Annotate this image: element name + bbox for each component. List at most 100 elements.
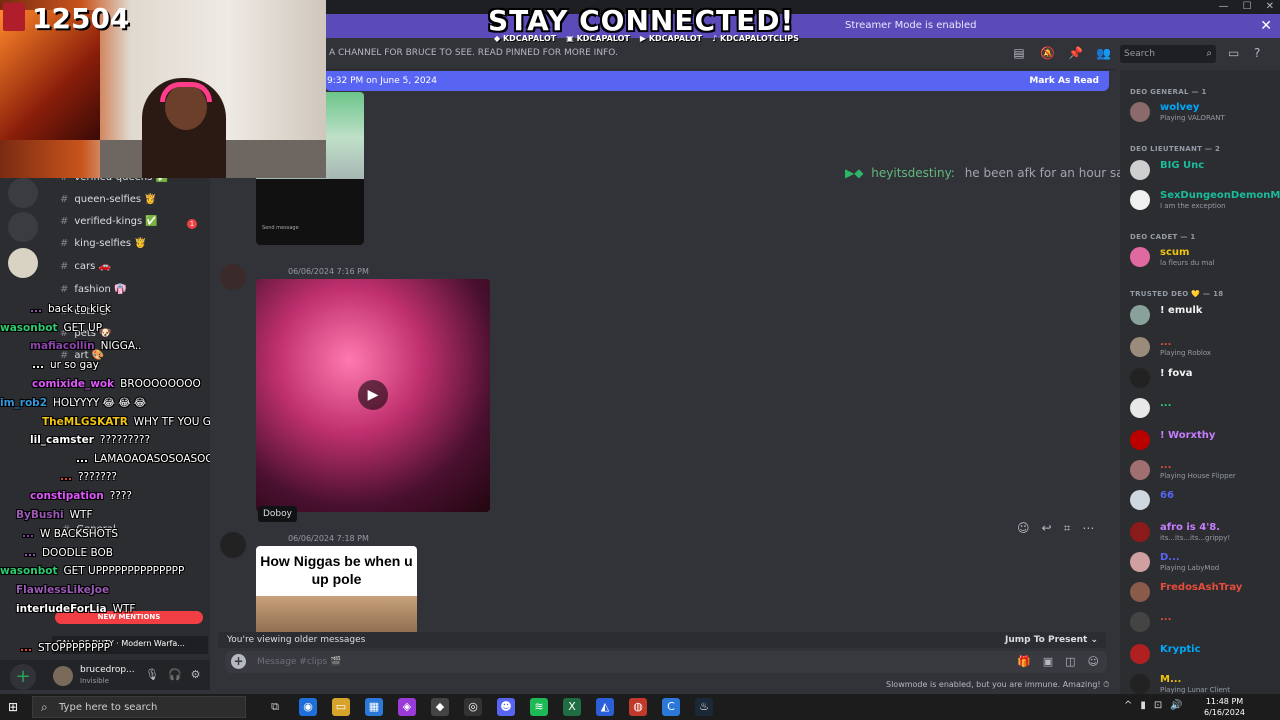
channel-item[interactable]: # queen-selfies 👸 bbox=[60, 194, 157, 205]
emoji-icon[interactable]: ☺ bbox=[1088, 655, 1099, 668]
app-icon[interactable]: ◆ bbox=[431, 698, 449, 716]
app-icon[interactable]: ◭ bbox=[596, 698, 614, 716]
attach-plus-icon[interactable]: + bbox=[231, 654, 246, 669]
minimize-button[interactable]: — bbox=[1219, 0, 1229, 14]
avatar bbox=[1130, 552, 1150, 572]
app-icon[interactable]: ◈ bbox=[398, 698, 416, 716]
close-window-button[interactable]: ✕ bbox=[1266, 0, 1274, 14]
server-icon[interactable] bbox=[8, 178, 38, 208]
chevron-up-icon[interactable]: ^ bbox=[1124, 700, 1132, 711]
avatar[interactable] bbox=[220, 264, 246, 290]
steam-icon[interactable]: ♨ bbox=[695, 698, 713, 716]
search-input[interactable]: Search ⌕ bbox=[1120, 45, 1216, 63]
channel-item[interactable]: # verified-queens ✅ bbox=[60, 178, 168, 183]
windows-start-icon[interactable]: ⊞ bbox=[8, 700, 18, 714]
member-item[interactable]: M... Playing Lunar Client bbox=[1130, 672, 1278, 696]
channel-item[interactable]: # verified-kings ✅ bbox=[60, 216, 158, 227]
pin-icon[interactable]: 📌 bbox=[1068, 46, 1083, 60]
channel-item[interactable]: # cars 🚗 bbox=[60, 261, 111, 272]
member-item[interactable]: scum la fleurs du mal bbox=[1130, 245, 1278, 269]
chat-username: constipation bbox=[30, 490, 104, 502]
image-attachment[interactable]: How Niggas be when u up pole bbox=[256, 546, 417, 632]
new-messages-bar[interactable]: 9:32 PM on June 5, 2024 Mark As Read bbox=[325, 71, 1109, 91]
member-item[interactable]: wolvey Playing VALORANT bbox=[1130, 100, 1278, 124]
microphone-icon[interactable]: 🎙 bbox=[145, 668, 159, 681]
battery-icon[interactable]: ▮ bbox=[1140, 700, 1146, 711]
volume-icon[interactable]: 🔊 bbox=[1170, 700, 1182, 711]
chrome-icon[interactable]: ◉ bbox=[299, 698, 317, 716]
member-item[interactable]: afro is 4'8. its...its...its...grippy! bbox=[1130, 520, 1278, 544]
channel-item[interactable]: # king-selfies 🤴 bbox=[60, 238, 147, 249]
avatar bbox=[1130, 522, 1150, 542]
chat-text: NIGGA.. bbox=[100, 340, 142, 352]
spotify-icon[interactable]: ≋ bbox=[530, 698, 548, 716]
task-view-icon[interactable]: ⧉ bbox=[266, 698, 284, 716]
play-icon[interactable]: ▶ bbox=[358, 380, 388, 410]
system-tray: ^ ▮ ⊡ 🔊 bbox=[1124, 700, 1183, 711]
member-item[interactable]: BIG Unc bbox=[1130, 158, 1278, 182]
more-icon[interactable]: ⋯ bbox=[1082, 521, 1094, 536]
thread-icon[interactable]: ⌗ bbox=[1064, 521, 1071, 536]
channel-item[interactable]: # fashion 👘 bbox=[60, 284, 126, 295]
chat-message: ... LAMAOAOASOSOASOOSA bbox=[76, 453, 210, 465]
member-item[interactable]: Kryptic bbox=[1130, 642, 1278, 666]
reply-icon[interactable]: ↩ bbox=[1042, 521, 1052, 536]
app-icon[interactable]: ◍ bbox=[629, 698, 647, 716]
member-item[interactable]: SexDungeonDemonM... I am the exception bbox=[1130, 188, 1280, 212]
member-item[interactable]: ... Playing House Flipper bbox=[1130, 458, 1278, 482]
member-item[interactable]: ... bbox=[1130, 610, 1278, 634]
member-name: ! Worxthy bbox=[1160, 430, 1216, 441]
video-attachment[interactable]: ▶ bbox=[256, 279, 490, 512]
mute-bell-icon[interactable]: 🔕 bbox=[1040, 46, 1055, 60]
close-icon[interactable]: ✕ bbox=[1260, 18, 1272, 34]
member-item[interactable]: ! fova bbox=[1130, 366, 1278, 390]
member-item[interactable]: FredosAshTray bbox=[1130, 580, 1278, 604]
chat-username: mafiacollin bbox=[30, 340, 95, 352]
gif-icon[interactable]: ▣ bbox=[1043, 655, 1053, 668]
headphones-icon[interactable]: 🎧 bbox=[168, 668, 182, 681]
add-server-button[interactable]: + bbox=[10, 664, 36, 690]
chat-text: STOPPPPPPPP bbox=[37, 642, 110, 654]
add-reaction-icon[interactable]: ☺ bbox=[1017, 521, 1030, 536]
settings-gear-icon[interactable]: ⚙ bbox=[191, 668, 201, 681]
server-icon[interactable] bbox=[8, 248, 38, 278]
discord-icon[interactable]: ☻ bbox=[497, 698, 515, 716]
chat-text: WTF bbox=[112, 603, 136, 615]
member-name: ... bbox=[1160, 337, 1172, 348]
sticker-icon[interactable]: ◫ bbox=[1065, 655, 1075, 668]
obs-icon[interactable]: ◎ bbox=[464, 698, 482, 716]
message-composer[interactable]: + Message #clips 🎬 🎁 ▣ ◫ ☺ bbox=[225, 651, 1107, 673]
network-icon[interactable]: ⊡ bbox=[1154, 700, 1162, 711]
app-icon[interactable]: C bbox=[662, 698, 680, 716]
chat-username: lil_camster bbox=[30, 434, 94, 446]
inbox-icon[interactable]: ▭ bbox=[1228, 46, 1239, 60]
member-name: D... bbox=[1160, 552, 1180, 563]
help-icon[interactable]: ? bbox=[1254, 46, 1260, 60]
chat-username: comixide_wok bbox=[32, 378, 115, 390]
file-explorer-icon[interactable]: ▭ bbox=[332, 698, 350, 716]
server-icon[interactable] bbox=[8, 212, 38, 242]
member-item[interactable]: ! Worxthy bbox=[1130, 428, 1278, 452]
avatar[interactable] bbox=[220, 532, 246, 558]
threads-icon[interactable]: ▤ bbox=[1012, 46, 1026, 60]
gift-icon[interactable]: 🎁 bbox=[1017, 655, 1031, 668]
maximize-button[interactable]: ☐ bbox=[1243, 0, 1252, 14]
member-item[interactable]: ... Playing Roblox bbox=[1130, 335, 1278, 359]
clock[interactable]: 11:48 PM 6/16/2024 bbox=[1204, 696, 1245, 718]
chat-username: TheMLGSKATR bbox=[42, 416, 128, 428]
taskbar-search-input[interactable]: ⌕ Type here to search bbox=[32, 696, 246, 718]
avatar[interactable] bbox=[53, 666, 73, 686]
member-item[interactable]: 66 bbox=[1130, 488, 1278, 512]
member-item[interactable]: ... bbox=[1130, 396, 1278, 420]
channel-topic[interactable]: A CHANNEL FOR BRUCE TO SEE. READ PINNED … bbox=[329, 48, 618, 58]
members-icon[interactable]: 👥 bbox=[1096, 46, 1111, 60]
jump-to-present-button[interactable]: Jump To Present ⌄ bbox=[1005, 635, 1098, 645]
member-item[interactable]: D... Playing LabyMod bbox=[1130, 550, 1278, 574]
user-name[interactable]: brucedrop... bbox=[80, 665, 135, 675]
excel-icon[interactable]: X bbox=[563, 698, 581, 716]
mark-as-read-button[interactable]: Mark As Read bbox=[1029, 76, 1099, 86]
chat-message: TheMLGSKATR WHY TF YOU GO SO FAR UP bbox=[42, 416, 210, 428]
store-icon[interactable]: ▦ bbox=[365, 698, 383, 716]
member-status: Playing House Flipper bbox=[1160, 472, 1236, 480]
member-item[interactable]: ! emulk bbox=[1130, 303, 1278, 327]
